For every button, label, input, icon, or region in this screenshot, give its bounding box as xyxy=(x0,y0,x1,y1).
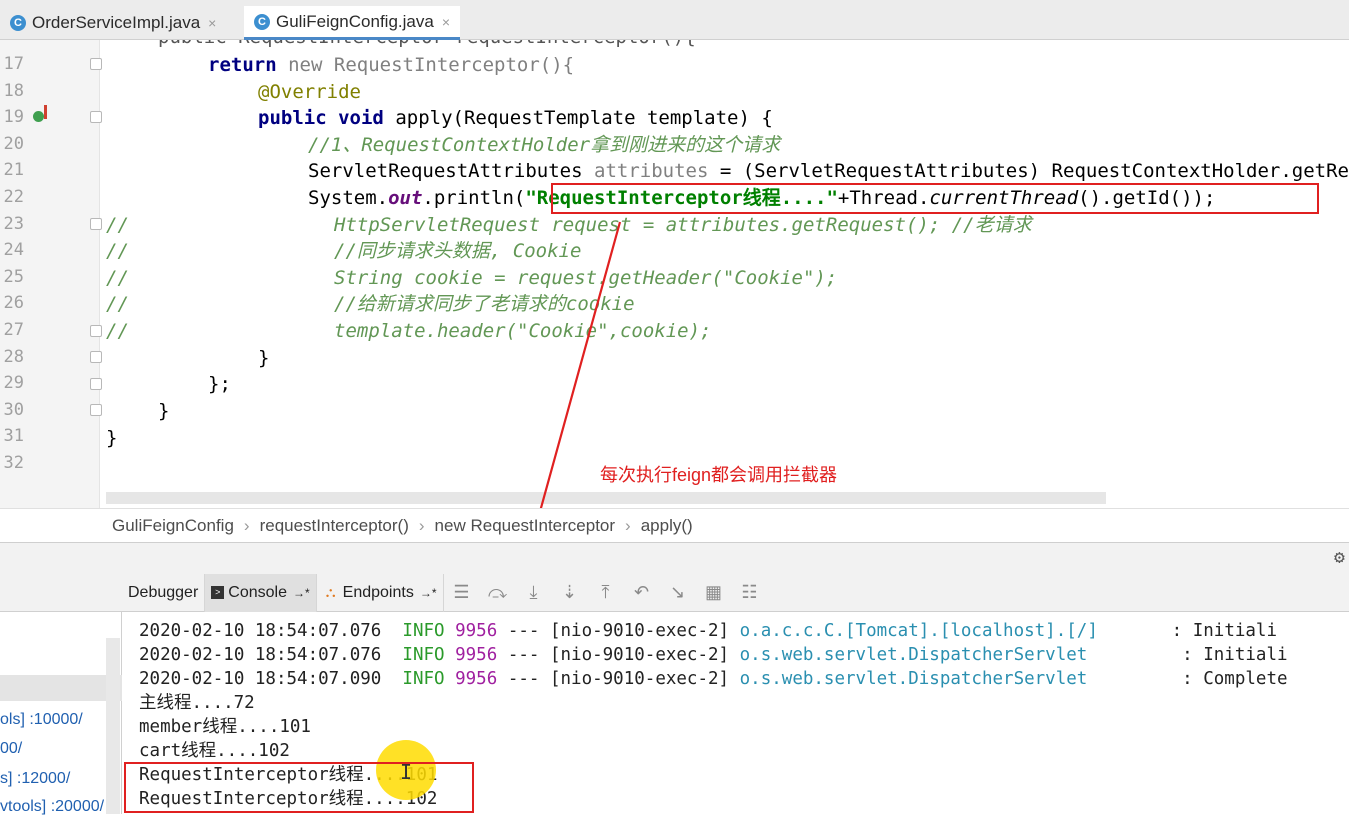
endpoints-icon: ⛬ xyxy=(325,584,336,600)
tool-window-header xyxy=(0,542,1349,574)
step-into-icon[interactable]: ⤓ xyxy=(516,582,552,603)
log-line: 2020-02-10 18:54:07.090 INFO 9956 --- [n… xyxy=(139,669,1288,689)
tab-console[interactable]: > Console →* xyxy=(205,573,317,612)
highlight-box xyxy=(124,762,474,813)
tab-label: Endpoints xyxy=(342,583,414,601)
pin-icon[interactable]: →* xyxy=(420,586,437,600)
step-out-icon[interactable]: ⤒ xyxy=(588,582,624,603)
service-item[interactable]: 00/ xyxy=(0,740,22,758)
pin-icon[interactable]: →* xyxy=(293,586,310,600)
breadcrumb-item[interactable]: new RequestInterceptor xyxy=(435,516,616,536)
menu-icon[interactable]: ☰ xyxy=(444,582,480,603)
chevron-right-icon: › xyxy=(243,515,250,535)
breadcrumb-item[interactable]: GuliFeignConfig xyxy=(112,516,234,536)
log-line: 2020-02-10 18:54:07.076 INFO 9956 --- [n… xyxy=(139,645,1288,665)
drop-frame-icon[interactable]: ↶ xyxy=(624,582,660,603)
tab-debugger[interactable]: Debugger xyxy=(122,573,206,612)
log-line: 2020-02-10 18:54:07.076 INFO 9956 --- [n… xyxy=(139,621,1277,641)
output-line: 主线程....72 xyxy=(139,693,255,713)
tab-label: Console xyxy=(228,583,287,601)
vertical-scrollbar[interactable] xyxy=(106,638,120,814)
output-line: member线程....101 xyxy=(139,717,311,737)
tab-label: Debugger xyxy=(128,583,199,601)
chevron-right-icon: › xyxy=(418,515,425,535)
service-item[interactable]: ols] :10000/ xyxy=(0,711,83,729)
services-panel: ols] :10000/ 00/ s] :12000/ vtools] :200… xyxy=(0,574,122,816)
debug-toolbar: Debugger > Console →* ⛬ Endpoints →* ☰ ⤼… xyxy=(122,573,1349,612)
trace-icon[interactable]: ☷ xyxy=(732,582,768,603)
chevron-right-icon: › xyxy=(625,515,631,535)
service-item[interactable]: s] :12000/ xyxy=(0,770,70,788)
service-item[interactable]: vtools] :20000/ xyxy=(0,798,104,816)
tab-endpoints[interactable]: ⛬ Endpoints →* xyxy=(317,573,444,612)
evaluate-icon[interactable]: ▦ xyxy=(696,582,732,603)
services-toolbar xyxy=(0,574,122,612)
gear-icon[interactable]: ⚙ xyxy=(1334,547,1345,568)
console-icon: > xyxy=(211,586,225,599)
force-step-into-icon[interactable]: ⇣ xyxy=(552,582,588,603)
breadcrumb: GuliFeignConfig › requestInterceptor() ›… xyxy=(0,508,1349,542)
output-line: cart线程....102 xyxy=(139,741,290,761)
selected-row[interactable] xyxy=(0,675,122,701)
run-to-cursor-icon[interactable]: ↘ xyxy=(660,582,696,603)
breadcrumb-item[interactable]: requestInterceptor() xyxy=(260,516,409,536)
step-over-icon[interactable]: ⤼ xyxy=(480,582,516,603)
breadcrumb-item[interactable]: apply() xyxy=(641,516,693,536)
